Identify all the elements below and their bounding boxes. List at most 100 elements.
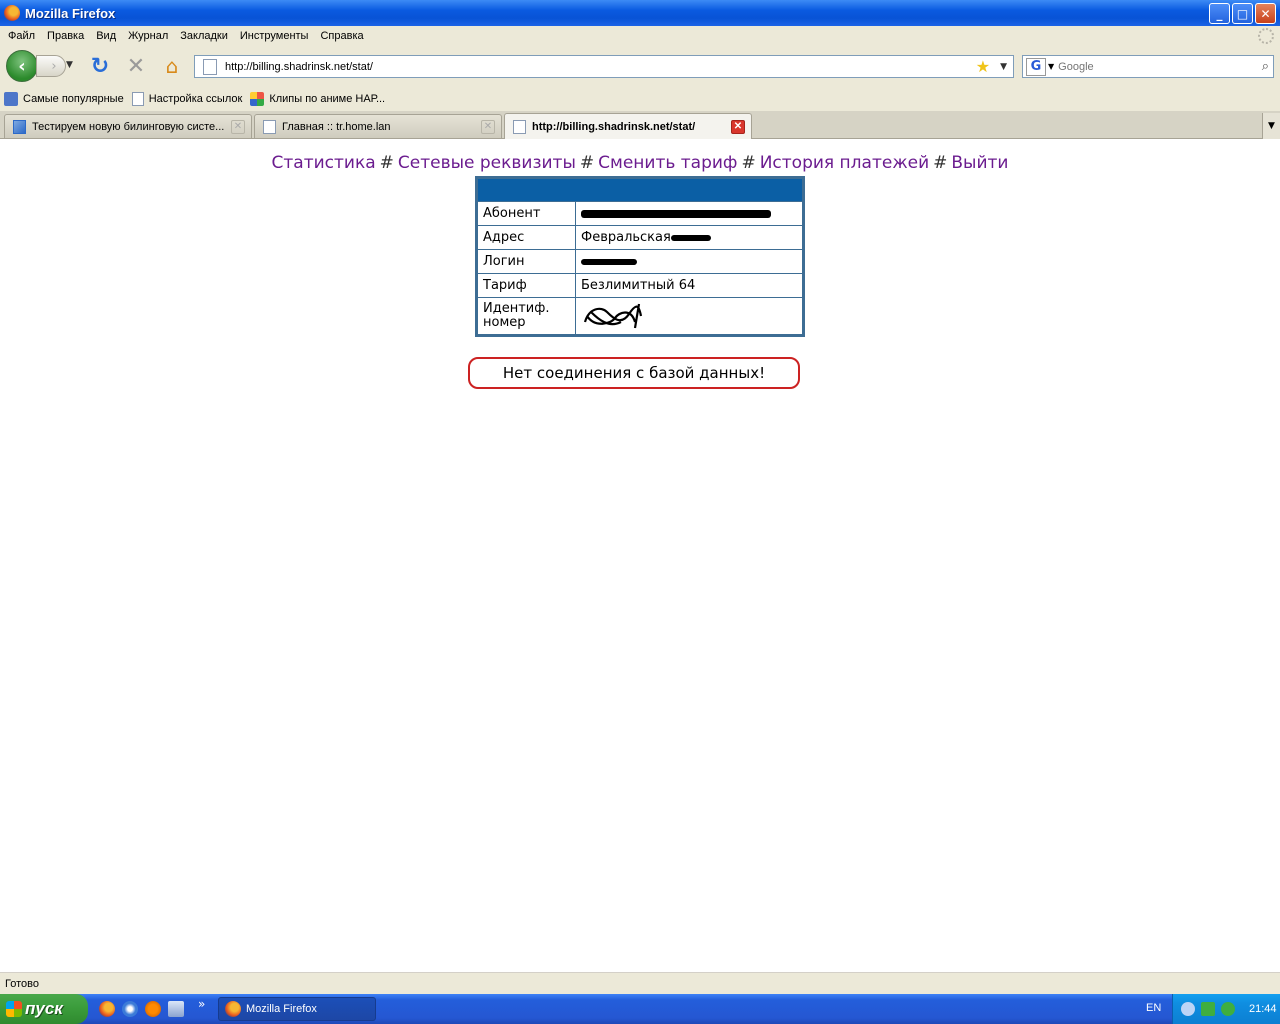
menu-history[interactable]: Журнал: [122, 30, 174, 42]
menu-view[interactable]: Вид: [90, 30, 122, 42]
tab-close-icon[interactable]: ✕: [481, 119, 495, 134]
minimize-button[interactable]: _: [1209, 3, 1230, 24]
url-input[interactable]: [225, 57, 976, 76]
row-label-login: Логин: [478, 250, 575, 273]
bookmark-most-visited[interactable]: Самые популярные: [4, 91, 124, 106]
tab-home-lan[interactable]: Главная :: tr.home.lan ✕: [254, 114, 502, 138]
nav-link-statistics[interactable]: Статистика: [272, 153, 376, 173]
bookmark-label: Клипы по аниме НАР...: [269, 92, 386, 105]
search-box[interactable]: G ▼ ⌕: [1022, 55, 1274, 78]
forward-arrow-icon: ›: [51, 58, 57, 74]
row-label-tariff: Тариф: [478, 274, 575, 297]
db-connection-error: Нет соединения с базой данных!: [468, 357, 800, 389]
taskbar-firefox-button[interactable]: Mozilla Firefox: [218, 997, 376, 1021]
nav-link-logout[interactable]: Выйти: [951, 153, 1008, 173]
google-icon[interactable]: G: [1026, 57, 1046, 76]
forward-button[interactable]: ›: [36, 55, 66, 77]
page-icon: [513, 119, 526, 134]
title-bar: Mozilla Firefox _ □ ✕: [0, 0, 1280, 26]
row-label-subscriber: Абонент: [478, 202, 575, 225]
url-dropdown-icon[interactable]: ▼: [1000, 62, 1007, 72]
url-bar[interactable]: ★ ▼: [194, 55, 1014, 78]
window-controls: _ □ ✕: [1209, 3, 1276, 24]
maximize-button[interactable]: □: [1232, 3, 1253, 24]
bookmark-star-icon[interactable]: ★: [976, 57, 990, 76]
table-row: Идентиф. номер: [478, 298, 802, 334]
nav-link-payment-history[interactable]: История платежей: [760, 153, 929, 173]
table-row: Абонент: [478, 202, 802, 225]
status-text: Готово: [5, 977, 39, 990]
menu-edit[interactable]: Правка: [41, 30, 90, 42]
tab-close-icon[interactable]: ✕: [231, 119, 245, 134]
row-label-address: Адрес: [478, 226, 575, 249]
redaction-mark: [581, 209, 771, 218]
most-visited-icon: [4, 91, 18, 106]
bookmark-label: Настройка ссылок: [148, 92, 243, 105]
page-icon: [131, 91, 144, 106]
bookmark-customize-links[interactable]: Настройка ссылок: [131, 91, 243, 106]
subscriber-info-table: Абонент Адрес Февральская Логин Тариф Бе…: [475, 176, 805, 337]
nav-separator: #: [379, 153, 394, 173]
history-dropdown-icon[interactable]: ▼: [66, 60, 73, 70]
reload-button[interactable]: ↻: [88, 54, 112, 79]
menu-tools[interactable]: Инструменты: [234, 30, 315, 42]
nav-separator: #: [579, 153, 595, 173]
row-label-id-number: Идентиф. номер: [478, 298, 575, 334]
stop-button[interactable]: ✕: [124, 53, 148, 79]
nav-link-change-tariff[interactable]: Сменить тариф: [598, 153, 737, 173]
search-icon[interactable]: ⌕: [1262, 59, 1269, 74]
avast-icon[interactable]: [145, 1001, 161, 1017]
table-row: Тариф Безлимитный 64: [478, 274, 802, 297]
tray-expand-icon[interactable]: [1181, 1002, 1195, 1016]
tab-list-button[interactable]: ▼: [1262, 113, 1280, 139]
shield-icon[interactable]: [168, 1001, 184, 1017]
throbber-icon: [1258, 28, 1274, 44]
menu-bar: Файл Правка Вид Журнал Закладки Инструме…: [0, 26, 1280, 46]
search-engine-dropdown-icon[interactable]: ▼: [1048, 62, 1054, 71]
row-value-address: Февральская: [576, 226, 802, 249]
start-button[interactable]: пуск: [0, 994, 88, 1024]
chevron-down-icon: ▼: [1268, 121, 1275, 131]
page-nav: Статистика # Сетевые реквизиты # Сменить тар…: [0, 153, 1280, 173]
clock: 21:44: [1249, 1003, 1277, 1015]
tab-billing-stat[interactable]: http://billing.shadrinsk.net/stat/ ✕: [504, 113, 752, 139]
language-indicator[interactable]: EN: [1146, 1002, 1161, 1014]
firefox-icon: [225, 1001, 241, 1017]
menu-help[interactable]: Справка: [314, 30, 369, 42]
firefox-icon: [4, 5, 20, 21]
redaction-mark: [670, 234, 711, 241]
site-favicon-icon: [13, 119, 26, 134]
tab-billing-test[interactable]: Тестируем новую билинговую систе... ✕: [4, 114, 252, 138]
tab-label: Тестируем новую билинговую систе...: [32, 120, 225, 133]
tab-label: Главная :: tr.home.lan: [282, 120, 391, 133]
firefox-quicklaunch-icon[interactable]: [99, 1001, 115, 1017]
table-row: Логин: [478, 250, 802, 273]
close-button[interactable]: ✕: [1255, 3, 1276, 24]
internet-explorer-icon[interactable]: [122, 1001, 138, 1017]
search-input[interactable]: [1058, 60, 1262, 73]
windows-logo-icon: [6, 1001, 22, 1017]
bookmarks-toolbar: Самые популярные Настройка ссылок Клипы …: [0, 86, 1280, 111]
torrent-icon[interactable]: [1221, 1002, 1235, 1016]
stop-icon: ✕: [126, 53, 146, 79]
row-value-subscriber: [576, 202, 802, 225]
tab-close-icon[interactable]: ✕: [731, 119, 745, 134]
back-button[interactable]: ‹: [6, 50, 38, 82]
tab-strip: Тестируем новую билинговую систе... ✕ Гл…: [0, 111, 1280, 139]
table-row: Адрес Февральская: [478, 226, 802, 249]
nav-separator: #: [933, 153, 948, 173]
row-value-tariff: Безлимитный 64: [576, 274, 802, 297]
row-value-id-number: [576, 298, 802, 334]
menu-file[interactable]: Файл: [2, 30, 41, 42]
quicklaunch-more-icon[interactable]: »: [198, 997, 205, 1011]
redaction-scribble: [583, 303, 643, 329]
bookmark-anime-clips[interactable]: Клипы по аниме НАР...: [250, 91, 386, 106]
taskbar: пуск » Mozilla Firefox EN 21:44: [0, 994, 1280, 1024]
page-icon: [203, 58, 217, 75]
nav-link-network-details[interactable]: Сетевые реквизиты: [398, 153, 576, 173]
network-icon[interactable]: [1201, 1002, 1215, 1016]
home-button[interactable]: ⌂: [160, 54, 184, 78]
page-icon: [263, 119, 276, 134]
menu-bookmarks[interactable]: Закладки: [174, 30, 234, 42]
system-tray: 21:44: [1172, 994, 1280, 1024]
